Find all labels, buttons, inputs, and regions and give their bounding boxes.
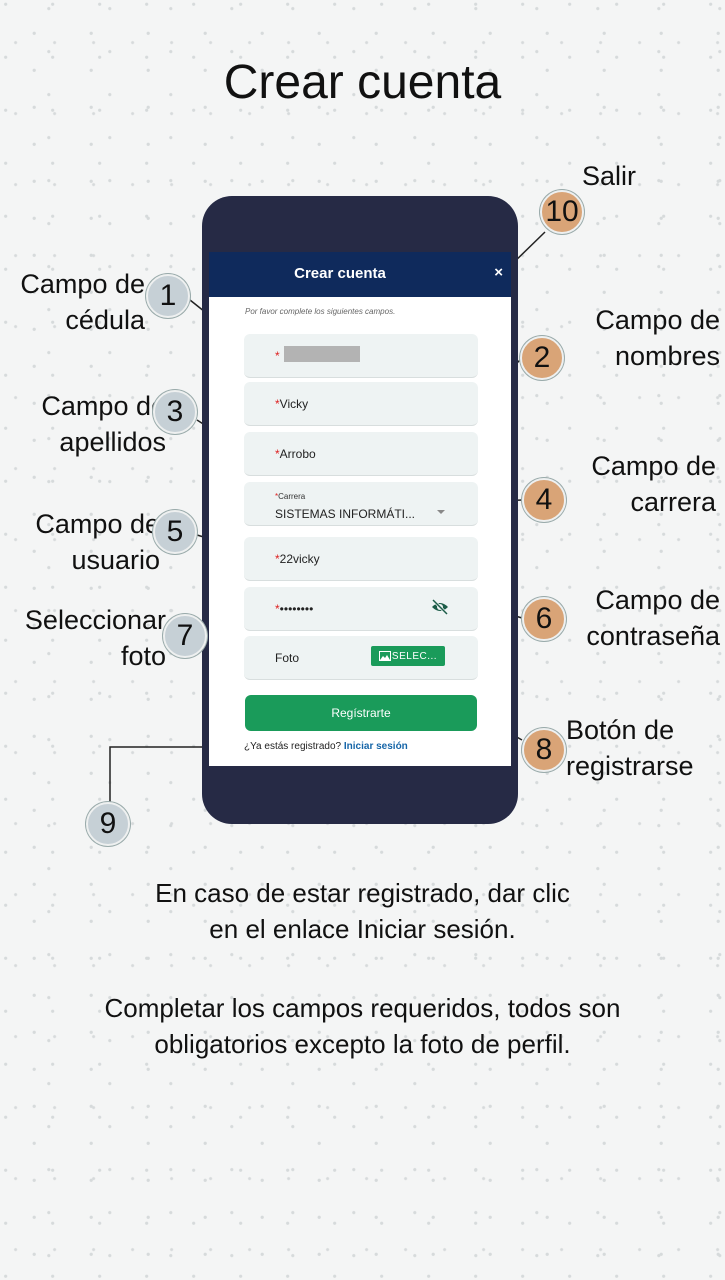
app-header: Crear cuenta ×	[209, 252, 511, 297]
callout-label-line: Seleccionar	[24, 605, 166, 635]
required-mark: *	[275, 349, 280, 363]
footer-line: en el enlace Iniciar sesión.	[209, 914, 516, 944]
page-title: Crear cuenta	[223, 56, 502, 109]
username-value: 22vicky	[279, 552, 320, 566]
app-header-title: Crear cuenta	[294, 265, 386, 282]
register-button[interactable]: Regístrarte	[245, 695, 477, 731]
callout-number-10: 10	[540, 190, 584, 234]
password-value: ••••••••	[279, 602, 314, 616]
callout-label-user: Campo de usuario	[0, 506, 160, 578]
footer-paragraph-2: Completar los campos requeridos, todos s…	[0, 990, 725, 1062]
names-field[interactable]: *Vicky	[244, 382, 478, 426]
callout-number-4: 4	[522, 478, 566, 522]
login-prompt: ¿Ya estás registrado?	[244, 741, 342, 752]
surnames-value: Arrobo	[279, 447, 316, 461]
eye-off-icon[interactable]	[430, 599, 450, 615]
footer-line: En caso de estar registrado, dar clic	[155, 878, 570, 908]
footer-line: Completar los campos requeridos, todos s…	[104, 993, 621, 1023]
career-select[interactable]: *Carrera SISTEMAS INFORMÁTI...	[244, 482, 478, 526]
career-value: SISTEMAS INFORMÁTI...	[275, 507, 416, 521]
select-photo-label: SELEC...	[391, 650, 438, 662]
close-icon[interactable]: ×	[494, 264, 503, 281]
app-screen: Crear cuenta × Por favor complete los si…	[209, 252, 511, 766]
career-label: Carrera	[278, 492, 306, 501]
surnames-field[interactable]: *Arrobo	[244, 432, 478, 476]
callout-label-line: registrarse	[566, 751, 694, 781]
username-field[interactable]: *22vicky	[244, 537, 478, 581]
callout-number-7: 7	[163, 614, 207, 658]
callout-label-photo: Seleccionar foto	[0, 602, 166, 674]
login-link[interactable]: Iniciar sesión	[344, 741, 408, 752]
callout-label-line: Campo de	[35, 509, 160, 539]
password-field[interactable]: *••••••••	[244, 587, 478, 631]
callout-label-register: Botón de registrarse	[566, 712, 724, 784]
callout-number-9: 9	[86, 802, 130, 846]
image-icon	[378, 651, 391, 661]
callout-label-surnames: Campo de apellidos	[0, 388, 166, 460]
callout-number-5: 5	[153, 510, 197, 554]
photo-field: Foto SELEC...	[244, 636, 478, 680]
id-field[interactable]: *	[244, 334, 478, 378]
names-value: Vicky	[279, 397, 309, 411]
callout-label-line: cédula	[65, 305, 145, 335]
callout-label-line: foto	[120, 641, 166, 671]
footer-line: obligatorios excepto la foto de perfil.	[154, 1029, 571, 1059]
login-prompt-line: ¿Ya estás registrado? Iniciar sesión	[244, 741, 408, 752]
callout-number-8: 8	[522, 728, 566, 772]
callout-number-3: 3	[153, 390, 197, 434]
callout-number-1: 1	[146, 274, 190, 318]
callout-label-line: Botón de	[566, 715, 675, 745]
callout-label-line: usuario	[71, 545, 160, 575]
footer-paragraph-1: En caso de estar registrado, dar clic en…	[0, 875, 725, 947]
callout-label-line: Campo de	[41, 391, 166, 421]
callout-label-line: Campo de	[595, 305, 720, 335]
callout-number-6: 6	[522, 597, 566, 641]
callout-number-2: 2	[520, 336, 564, 380]
chevron-down-icon[interactable]	[437, 510, 445, 514]
callout-label-id: Campo de cédula	[0, 266, 145, 338]
redacted-id-value	[284, 346, 360, 362]
callout-label-line: Campo de	[20, 269, 145, 299]
callout-label-line: apellidos	[59, 427, 166, 457]
select-photo-button[interactable]: SELEC...	[371, 646, 445, 666]
form-instructions: Por favor complete los siguientes campos…	[245, 307, 396, 316]
photo-label: Foto	[275, 651, 300, 665]
callout-label-exit: Salir	[582, 161, 637, 191]
